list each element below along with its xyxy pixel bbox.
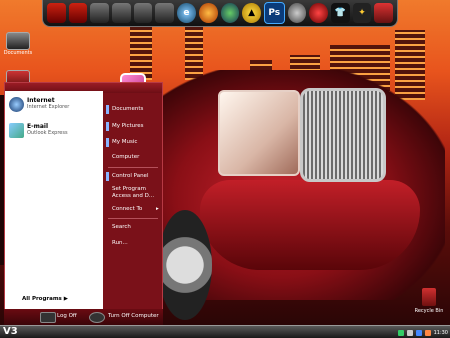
top-dock: e ▲ Ps 👕 ✦ <box>42 0 398 27</box>
arrow-right-icon: ▸ <box>156 206 159 212</box>
car-bumper <box>200 180 420 270</box>
network-tray-icon[interactable] <box>397 329 404 336</box>
ie-icon <box>9 97 24 112</box>
pinned-title: E-mail <box>27 123 49 130</box>
photoshop-icon[interactable]: Ps <box>263 2 285 24</box>
pinned-subtitle: Internet Explorer <box>27 104 70 110</box>
desktop-icon-documents[interactable]: Documents <box>1 32 35 56</box>
network-icon[interactable] <box>220 3 240 23</box>
recycle-bin-icon <box>422 288 436 306</box>
menu-my-pictures[interactable]: My Pictures <box>112 123 144 129</box>
turn-off-button[interactable]: Turn Off Computer <box>108 313 159 319</box>
paint-icon[interactable] <box>287 3 307 23</box>
desktop-icon-label: Documents <box>3 50 33 56</box>
log-off-button[interactable]: Log Off <box>57 313 77 319</box>
folder-icon[interactable] <box>90 3 110 23</box>
pinned-subtitle: Outlook Express <box>27 130 68 136</box>
documents-icon <box>6 32 30 50</box>
menu-set-program-access[interactable]: Set Program Access and D... <box>112 186 158 200</box>
ie-icon[interactable]: e <box>177 3 196 23</box>
car-headlight <box>218 90 300 176</box>
folder-icon[interactable] <box>112 3 131 23</box>
all-programs-label: All Programs <box>22 296 62 302</box>
menu-my-music[interactable]: My Music <box>112 139 137 145</box>
menu-run[interactable]: Run... <box>112 240 128 246</box>
outlook-icon <box>9 123 24 138</box>
highlight-bar <box>106 138 109 147</box>
highlight-bar <box>106 172 109 181</box>
divider <box>108 218 158 219</box>
tray-app-icon[interactable] <box>424 329 431 336</box>
power-icon[interactable] <box>89 312 105 323</box>
record-icon[interactable] <box>309 3 328 23</box>
all-programs-button[interactable]: All Programs ▶ <box>22 296 68 302</box>
bluetooth-icon[interactable] <box>415 329 422 336</box>
warning-icon[interactable]: ▲ <box>242 3 261 23</box>
menu-control-panel[interactable]: Control Panel <box>112 173 148 179</box>
menu-computer[interactable]: Computer <box>112 154 139 160</box>
clock[interactable]: 11:30 <box>434 330 448 336</box>
car-grille <box>300 88 386 182</box>
volume-icon[interactable] <box>406 329 413 336</box>
recycle-bin[interactable]: Recycle Bin <box>410 288 448 314</box>
screen-icon[interactable] <box>47 3 66 23</box>
menu-search[interactable]: Search <box>112 224 131 230</box>
connect-to-label: Connect To <box>112 206 143 212</box>
firefox-icon[interactable] <box>198 3 218 23</box>
pinned-title: Internet <box>27 97 55 104</box>
recycle-bin-label: Recycle Bin <box>414 308 444 314</box>
photoshop-label: Ps <box>268 8 281 18</box>
menu-documents[interactable]: Documents <box>112 106 143 112</box>
divider <box>108 167 158 168</box>
folder-icon[interactable] <box>133 3 153 23</box>
log-off-icon[interactable] <box>40 312 56 323</box>
start-button[interactable]: V3 <box>3 326 18 337</box>
menu-connect-to[interactable]: Connect To ▸ <box>112 206 159 212</box>
pinned-internet[interactable]: Internet Internet Explorer <box>9 97 69 112</box>
highlight-bar <box>106 122 109 131</box>
car-wheel <box>158 210 212 320</box>
system-tray: 11:30 <box>366 328 448 337</box>
arrow-right-icon: ▶ <box>63 296 68 302</box>
trash-icon[interactable] <box>374 3 393 23</box>
shirt-icon[interactable]: 👕 <box>330 3 350 23</box>
folder-icon[interactable] <box>155 3 175 23</box>
taskbar: V3 11:30 <box>0 325 450 338</box>
tool-icon[interactable]: ✦ <box>352 3 372 23</box>
start-menu-left-pane: Internet Internet Explorer E-mail Outloo… <box>5 91 103 309</box>
screen-icon[interactable] <box>68 3 88 23</box>
pinned-email[interactable]: E-mail Outlook Express <box>9 123 68 138</box>
highlight-bar <box>106 105 109 114</box>
